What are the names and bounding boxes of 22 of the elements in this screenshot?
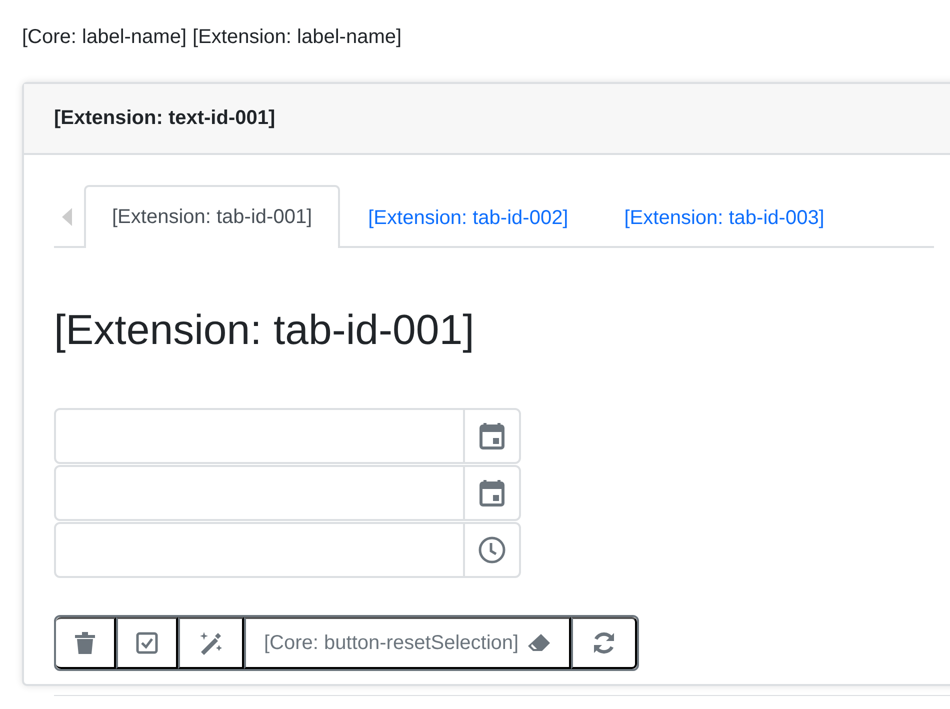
clock-icon bbox=[478, 536, 506, 564]
label-text: [Core: label-name] bbox=[22, 26, 187, 49]
magic-button[interactable] bbox=[178, 617, 244, 669]
card-header: [Extension: text-id-001] bbox=[24, 84, 950, 155]
date-input-field[interactable] bbox=[54, 465, 521, 521]
trash-icon bbox=[74, 631, 96, 655]
refresh-button[interactable] bbox=[570, 617, 637, 669]
eraser-icon bbox=[526, 633, 551, 653]
delete-button[interactable] bbox=[56, 617, 116, 669]
calendar-icon bbox=[479, 422, 505, 450]
tab[interactable]: [Extension: tab-id-002] bbox=[340, 187, 596, 248]
checkbox-icon bbox=[136, 632, 158, 654]
section-heading: [Extension: tab-id-001] bbox=[54, 306, 476, 354]
magic-wand-icon bbox=[198, 630, 224, 656]
time-input-field[interactable] bbox=[54, 522, 521, 578]
calendar-icon bbox=[479, 479, 505, 507]
select-all-button[interactable] bbox=[116, 617, 178, 669]
tab[interactable]: [Extension: tab-id-001] bbox=[84, 185, 340, 248]
tab[interactable]: [Extension: tab-id-003] bbox=[596, 187, 852, 248]
date-input-field[interactable] bbox=[54, 408, 521, 464]
reset-selection-button[interactable]: [Core: button-resetSelection] bbox=[244, 617, 571, 669]
label-text: [Extension: label-name] bbox=[192, 26, 402, 49]
